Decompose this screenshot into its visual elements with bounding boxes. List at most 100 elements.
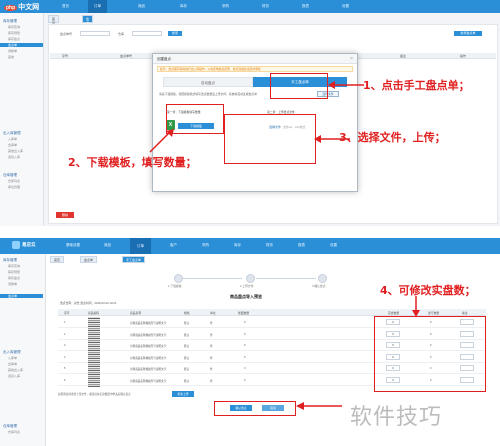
- nav-item-3[interactable]: 客户: [170, 243, 177, 248]
- arrow-icon: [149, 129, 174, 153]
- top-nav-bar: 易店云 基础设置 商品 订单 客户 采购 库存 财务 报表 设置: [0, 238, 500, 254]
- sidebar-group-warehouse[interactable]: 仓库管理: [3, 424, 17, 429]
- sidebar-item[interactable]: 出库单: [8, 362, 38, 366]
- close-icon[interactable]: ×: [350, 56, 353, 62]
- sidebar-item[interactable]: 入库单: [8, 356, 38, 360]
- sidebar-item[interactable]: 库存盘点: [8, 37, 38, 41]
- reupload-button[interactable]: 重新上传: [172, 391, 194, 397]
- nav-item-4[interactable]: 采购: [202, 243, 209, 248]
- table-cell: 0: [244, 378, 246, 382]
- table-header-cell: 规格: [184, 311, 190, 315]
- sidebar-item[interactable]: 库位管理: [8, 185, 38, 189]
- watermark: 软件技巧: [350, 405, 443, 430]
- step-label: 3.确认盘点: [312, 284, 326, 288]
- sidebar-item[interactable]: 其他出入库: [8, 368, 38, 372]
- table-header-cell: 备注: [400, 54, 407, 58]
- tab-auto-stocktake[interactable]: 自动盘点: [163, 77, 253, 87]
- sidebar-group-warehouse[interactable]: 仓库管理: [3, 173, 17, 178]
- nav-item-6[interactable]: 报表: [302, 4, 309, 9]
- sidebar-item[interactable]: 库存查询: [8, 25, 38, 29]
- table-cell: 0: [244, 321, 246, 324]
- nav-item-7[interactable]: 报表: [298, 243, 305, 248]
- sidebar-group-inventory[interactable]: 库存管理: [3, 19, 17, 24]
- sidebar-group-inventory[interactable]: 库存管理: [3, 258, 17, 263]
- table-cell: 示例商品名称规格型号说明文字: [130, 356, 167, 360]
- tab-home[interactable]: 首页: [50, 256, 65, 263]
- tab-stocktake[interactable]: 盘点单: [80, 256, 98, 263]
- sidebar-group-inout[interactable]: 出入库管理: [3, 350, 21, 355]
- sidebar-item[interactable]: 其他出入库: [8, 149, 38, 153]
- search-button[interactable]: 搜索: [168, 31, 182, 36]
- table-cell: 3: [64, 344, 66, 347]
- product-code-column: [88, 317, 100, 387]
- tab-manual-stocktake[interactable]: 手工盘点单: [122, 256, 146, 263]
- highlight-upload: [224, 114, 316, 164]
- table-cell: 0: [244, 344, 246, 347]
- add-stocktake-button[interactable]: 新增盘点单: [454, 31, 482, 36]
- sidebar-item[interactable]: 调拨单: [8, 49, 38, 53]
- sidebar-item[interactable]: 调拨单: [8, 282, 38, 286]
- annotation-step-2: 2、下载模板，填写数量；: [68, 156, 197, 169]
- sidebar-item[interactable]: 库存预警: [8, 270, 38, 274]
- step-node: [174, 274, 183, 283]
- nav-item-8[interactable]: 设置: [330, 243, 337, 248]
- sidebar-item-stocktake[interactable]: 盘点单: [0, 294, 43, 298]
- sidebar-item[interactable]: 出库单: [8, 143, 38, 147]
- table-cell: 件: [210, 368, 213, 371]
- tab-stocktake[interactable]: 盘点单: [82, 15, 94, 29]
- table-cell: 件: [210, 379, 213, 383]
- step-label: 1.下载模板: [168, 284, 182, 288]
- nav-item-5[interactable]: 财务: [262, 4, 269, 9]
- sidebar-item[interactable]: 库存查询: [8, 264, 38, 268]
- warehouse-select[interactable]: [132, 31, 162, 36]
- sidebar-item[interactable]: 仓库列表: [8, 430, 38, 434]
- order-number-input[interactable]: [80, 31, 110, 36]
- sidebar-item[interactable]: 退货入库: [8, 374, 38, 378]
- sidebar-item-stocktake[interactable]: 盘点单: [0, 43, 43, 47]
- tab-home[interactable]: 首页: [48, 15, 60, 25]
- sidebar-item[interactable]: 退货入库: [8, 155, 38, 159]
- table-cell: 默认: [184, 379, 190, 383]
- cube-icon: [12, 241, 20, 249]
- nav-item-5[interactable]: 库存: [234, 243, 241, 248]
- screenshot-panel-2: 易店云 基础设置 商品 订单 客户 采购 库存 财务 报表 设置 库存管理 库存…: [0, 238, 500, 446]
- table-header-cell: 商品名称: [130, 311, 142, 315]
- table-header-cell: 商品编码: [88, 311, 100, 315]
- highlight-real-qty: [374, 316, 486, 392]
- table-cell: 2: [64, 332, 66, 336]
- table-cell: 默认: [184, 333, 190, 337]
- step-node: [246, 274, 255, 283]
- table-cell: 6: [64, 378, 66, 382]
- progress-line: [182, 278, 242, 279]
- nav-item-3[interactable]: 库存: [180, 4, 187, 9]
- sidebar-group-inout[interactable]: 出入库管理: [3, 131, 21, 136]
- nav-item-0[interactable]: 首页: [62, 4, 69, 9]
- table-cell: 默认: [184, 356, 190, 360]
- table-cell: 示例商品名称规格型号说明文字: [130, 345, 167, 348]
- nav-item-4[interactable]: 采购: [222, 4, 229, 9]
- nav-item-7[interactable]: 设置: [342, 4, 349, 9]
- step-progress: 1.下载模板 2.上传文件 3.确认盘点: [152, 274, 348, 288]
- progress-line: [256, 278, 316, 279]
- arrow-icon: [296, 402, 342, 410]
- nav-item-0[interactable]: 基础设置: [66, 243, 80, 248]
- highlight-manual-tab: [270, 73, 328, 99]
- nav-item-2[interactable]: 订单: [130, 238, 151, 254]
- table-header-cell: 备注: [462, 311, 468, 315]
- table-header-cell: 账面数量: [238, 311, 250, 315]
- sidebar-item[interactable]: 库存盘点: [8, 276, 38, 280]
- nav-item-1[interactable]: 商品: [104, 243, 111, 248]
- annotation-step-4: 4、可修改实盘数；: [380, 284, 476, 297]
- table-header-cell: 实盘数量: [388, 311, 400, 315]
- sidebar-item[interactable]: 库存预警: [8, 31, 38, 35]
- delete-button[interactable]: 删除: [56, 212, 74, 218]
- step-label: 2.上传文件: [240, 284, 254, 288]
- sidebar-item[interactable]: 其他: [8, 55, 38, 59]
- nav-item-6[interactable]: 财务: [266, 243, 273, 248]
- modal-header: 创建盘点 ×: [153, 54, 357, 64]
- table-cell: 示例商品名称规格型号说明文字: [130, 333, 167, 337]
- nav-item-1[interactable]: 订单: [88, 0, 107, 13]
- nav-item-2[interactable]: 商品: [138, 4, 145, 9]
- sidebar-item[interactable]: 入库单: [8, 137, 38, 141]
- sidebar-item[interactable]: 仓库列表: [8, 179, 38, 183]
